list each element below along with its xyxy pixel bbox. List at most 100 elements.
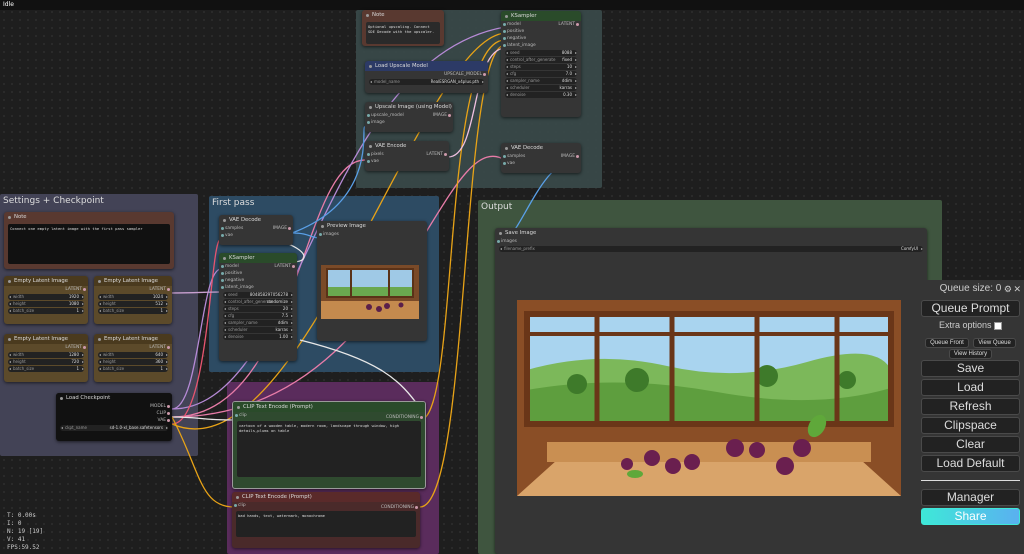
widget-scheduler[interactable]: schedulerkarras bbox=[223, 327, 293, 333]
widget-sampler[interactable]: sampler_nameddim bbox=[223, 320, 293, 326]
widget-seed[interactable]: seed804858297056278 bbox=[223, 292, 293, 298]
preview-thumbnail bbox=[321, 265, 419, 319]
clear-button[interactable]: Clear bbox=[921, 436, 1020, 453]
widget-batch[interactable]: batch_size1 bbox=[98, 308, 168, 314]
widget-height[interactable]: height360 bbox=[98, 359, 168, 365]
output-latent[interactable]: LATENT bbox=[94, 344, 172, 351]
node-save-image[interactable]: Save Image images filename_prefixComfyUI bbox=[495, 228, 927, 554]
widget-control[interactable]: control_after_generatefixed bbox=[505, 57, 577, 63]
widget-steps[interactable]: steps10 bbox=[505, 64, 577, 70]
prompt-text[interactable]: cartoon of a wooden table, modern room, … bbox=[237, 421, 421, 477]
close-icon[interactable]: ✕ bbox=[1013, 280, 1021, 298]
input-vae[interactable]: vae bbox=[501, 160, 581, 167]
input-model[interactable]: model bbox=[219, 263, 297, 270]
widget-width[interactable]: width1280 bbox=[8, 352, 84, 358]
node-preview-image[interactable]: Preview Image images bbox=[317, 221, 427, 341]
extra-options-checkbox[interactable] bbox=[994, 321, 1003, 330]
node-title: Preview Image bbox=[317, 221, 427, 231]
input-negative[interactable]: negative bbox=[501, 35, 581, 42]
node-title: KSampler bbox=[219, 253, 297, 263]
widget-sampler[interactable]: sampler_nameddim bbox=[505, 78, 577, 84]
widget-batch[interactable]: batch_size1 bbox=[98, 366, 168, 372]
node-vae-decode-mid[interactable]: VAE Decode IMAGE samples vae bbox=[219, 215, 293, 245]
widget-batch[interactable]: batch_size1 bbox=[8, 366, 84, 372]
node-vae-decode-top[interactable]: VAE Decode IMAGE samples vae bbox=[501, 143, 581, 173]
input-samples[interactable]: samples bbox=[219, 225, 293, 232]
note-text[interactable]: Connect one empty latent image with the … bbox=[8, 224, 170, 264]
view-history-button[interactable]: View History bbox=[948, 349, 993, 359]
queue-size: Queue size: 0 bbox=[939, 283, 1002, 294]
widget-height[interactable]: height512 bbox=[98, 301, 168, 307]
node-load-checkpoint[interactable]: Load Checkpoint MODEL CLIP VAE ckpt_name… bbox=[56, 393, 172, 441]
input-model[interactable]: model bbox=[501, 21, 581, 28]
output-upscale-model[interactable]: UPSCALE_MODEL bbox=[365, 71, 488, 78]
node-ksampler-top[interactable]: KSampler LATENT model positive negative … bbox=[501, 11, 581, 117]
node-clip-negative[interactable]: CLIP Text Encode (Prompt) CONDITIONING c… bbox=[232, 492, 420, 548]
input-latent-image[interactable]: latent_image bbox=[219, 284, 297, 291]
node-clip-positive[interactable]: CLIP Text Encode (Prompt) CONDITIONING c… bbox=[232, 401, 426, 489]
widget-denoise[interactable]: denoise1.00 bbox=[223, 334, 293, 340]
widget-model-name[interactable]: model_nameRealESRGAN_x4plus.pth bbox=[369, 79, 484, 85]
prompt-text[interactable]: bad hands, text, watermark, monochrome bbox=[236, 511, 416, 537]
widget-filename-prefix[interactable]: filename_prefixComfyUI bbox=[499, 246, 923, 252]
output-latent[interactable]: LATENT bbox=[94, 286, 172, 293]
queue-prompt-button[interactable]: Queue Prompt bbox=[921, 300, 1020, 317]
node-empty-latent-2[interactable]: Empty Latent Image LATENT width1024 heig… bbox=[94, 276, 172, 324]
widget-seed[interactable]: seed8088 bbox=[505, 50, 577, 56]
input-upscale-model[interactable]: upscale_model bbox=[365, 112, 453, 119]
output-clip[interactable]: CLIP bbox=[56, 410, 172, 417]
node-title: CLIP Text Encode (Prompt) bbox=[233, 402, 425, 412]
node-ksampler-mid[interactable]: KSampler LATENT model positive negative … bbox=[219, 253, 297, 361]
input-images[interactable]: images bbox=[495, 238, 927, 245]
save-button[interactable]: Save bbox=[921, 360, 1020, 377]
widget-width[interactable]: width1024 bbox=[98, 294, 168, 300]
widget-steps[interactable]: steps20 bbox=[223, 306, 293, 312]
node-empty-latent-4[interactable]: Empty Latent Image LATENT width640 heigh… bbox=[94, 334, 172, 382]
node-empty-latent-3[interactable]: Empty Latent Image LATENT width1280 heig… bbox=[4, 334, 88, 382]
refresh-button[interactable]: Refresh bbox=[921, 398, 1020, 415]
node-note-top[interactable]: Note Optional upscaling. Connect SDE Dec… bbox=[362, 10, 444, 46]
input-clip[interactable]: clip bbox=[233, 412, 425, 419]
share-button[interactable]: Share bbox=[921, 508, 1020, 525]
widget-width[interactable]: width640 bbox=[98, 352, 168, 358]
node-empty-latent-1[interactable]: Empty Latent Image LATENT width1920 heig… bbox=[4, 276, 88, 324]
node-vae-encode[interactable]: VAE Encode LATENT pixels vae bbox=[365, 141, 449, 171]
stat-fps: FPS:59.52 bbox=[7, 544, 40, 551]
input-positive[interactable]: positive bbox=[219, 270, 297, 277]
output-model[interactable]: MODEL bbox=[56, 403, 172, 410]
load-button[interactable]: Load bbox=[921, 379, 1020, 396]
node-note-left[interactable]: Note Connect one empty latent image with… bbox=[4, 212, 174, 269]
input-pixels[interactable]: pixels bbox=[365, 151, 449, 158]
widget-denoise[interactable]: denoise0.30 bbox=[505, 92, 577, 98]
widget-height[interactable]: height720 bbox=[8, 359, 84, 365]
node-title: Save Image bbox=[495, 228, 927, 238]
clipspace-button[interactable]: Clipspace bbox=[921, 417, 1020, 434]
node-title: KSampler bbox=[501, 11, 581, 21]
node-upscale-image[interactable]: Upscale Image (using Model) IMAGE upscal… bbox=[365, 102, 453, 132]
input-vae[interactable]: vae bbox=[219, 232, 293, 239]
widget-batch[interactable]: batch_size1 bbox=[8, 308, 84, 314]
input-image[interactable]: image bbox=[365, 119, 453, 126]
output-vae[interactable]: VAE bbox=[56, 417, 172, 424]
input-images[interactable]: images bbox=[317, 231, 427, 238]
input-vae[interactable]: vae bbox=[365, 158, 449, 165]
note-text[interactable]: Optional upscaling. Connect SDE Decode w… bbox=[366, 22, 440, 44]
widget-scheduler[interactable]: schedulerkarras bbox=[505, 85, 577, 91]
widget-cfg[interactable]: cfg7.0 bbox=[505, 71, 577, 77]
widget-cfg[interactable]: cfg7.5 bbox=[223, 313, 293, 319]
widget-height[interactable]: height1080 bbox=[8, 301, 84, 307]
widget-width[interactable]: width1920 bbox=[8, 294, 84, 300]
input-negative[interactable]: negative bbox=[219, 277, 297, 284]
input-samples[interactable]: samples bbox=[501, 153, 581, 160]
load-default-button[interactable]: Load Default bbox=[921, 455, 1020, 472]
output-latent[interactable]: LATENT bbox=[4, 286, 88, 293]
input-positive[interactable]: positive bbox=[501, 28, 581, 35]
widget-control[interactable]: control_after_generaterandomize bbox=[223, 299, 293, 305]
gear-icon[interactable]: ⚙ bbox=[1004, 280, 1012, 298]
input-latent-image[interactable]: latent_image bbox=[501, 42, 581, 49]
widget-ckpt-name[interactable]: ckpt_namesd-1.0-xl_base.safetensors bbox=[60, 425, 168, 431]
input-clip[interactable]: clip bbox=[232, 502, 420, 509]
output-latent[interactable]: LATENT bbox=[4, 344, 88, 351]
node-load-upscale[interactable]: Load Upscale Model UPSCALE_MODEL model_n… bbox=[365, 61, 488, 93]
manager-button[interactable]: Manager bbox=[921, 489, 1020, 506]
